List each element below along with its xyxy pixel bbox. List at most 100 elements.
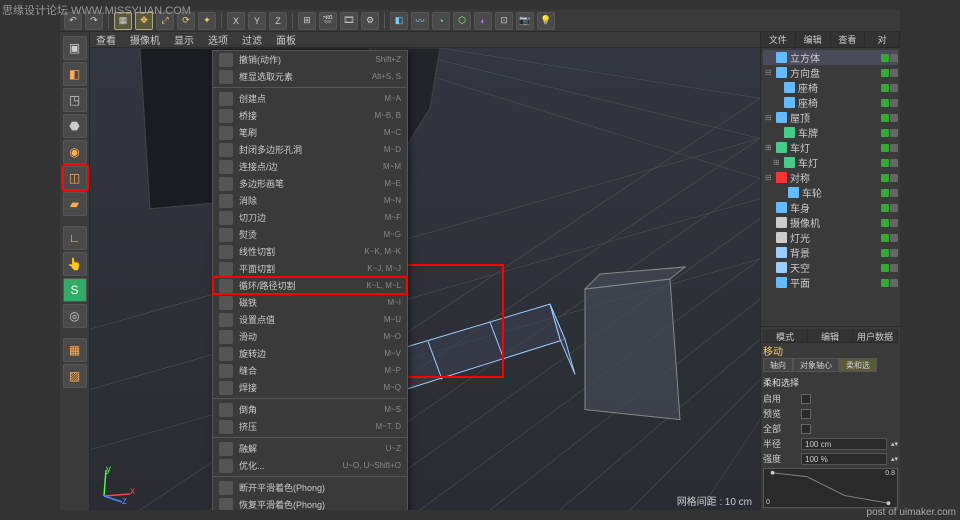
render-tag[interactable] bbox=[890, 144, 898, 152]
ctx-item[interactable]: 恢复平滑着色(Phong) bbox=[213, 496, 407, 510]
ctx-item[interactable]: 旋转边M~V bbox=[213, 345, 407, 362]
visibility-tag[interactable] bbox=[881, 189, 889, 197]
ctx-item[interactable]: 优化...U~O, U~Shift+O bbox=[213, 457, 407, 474]
viewport-solo-button[interactable]: ▦ bbox=[63, 338, 87, 362]
expand-icon[interactable]: ⊟ bbox=[765, 68, 773, 77]
visibility-tag[interactable] bbox=[881, 159, 889, 167]
vp-menu-view[interactable]: 查看 bbox=[96, 32, 116, 47]
ctx-item[interactable]: 断开平滑着色(Phong) bbox=[213, 479, 407, 496]
visibility-tag[interactable] bbox=[881, 99, 889, 107]
z-axis-button[interactable]: Z bbox=[269, 12, 287, 30]
vp-menu-cameras[interactable]: 摄像机 bbox=[130, 32, 160, 47]
ctx-item[interactable]: 连接点/边M~M bbox=[213, 158, 407, 175]
ctx-item[interactable]: 框显选取元素Alt+S, S bbox=[213, 68, 407, 85]
tree-row[interactable]: 车身 bbox=[763, 200, 898, 215]
y-axis-button[interactable]: Y bbox=[248, 12, 266, 30]
tree-row[interactable]: 灯光 bbox=[763, 230, 898, 245]
ctx-item[interactable]: 融解U~Z bbox=[213, 440, 407, 457]
ctx-item[interactable]: 挤压M~T, D bbox=[213, 418, 407, 435]
tree-row[interactable]: ⊟方向盘 bbox=[763, 65, 898, 80]
tree-row[interactable]: 天空 bbox=[763, 260, 898, 275]
expand-icon[interactable]: ⊟ bbox=[765, 173, 773, 182]
visibility-tag[interactable] bbox=[881, 144, 889, 152]
tree-row[interactable]: ⊟屋顶 bbox=[763, 110, 898, 125]
cube-primitive-button[interactable]: ◧ bbox=[390, 12, 408, 30]
point-mode-button[interactable]: ◉ bbox=[63, 140, 87, 164]
visibility-tag[interactable] bbox=[881, 129, 889, 137]
visibility-tag[interactable] bbox=[881, 249, 889, 257]
nurbs-button[interactable]: ◔ bbox=[432, 12, 450, 30]
tree-row[interactable]: 立方体 bbox=[763, 50, 898, 65]
visibility-tag[interactable] bbox=[881, 204, 889, 212]
polygon-mode-button[interactable]: ▰ bbox=[63, 192, 87, 216]
ctx-item[interactable]: 平面切割K~J, M~J bbox=[213, 260, 407, 277]
vp-menu-options[interactable]: 选项 bbox=[208, 32, 228, 47]
visibility-tag[interactable] bbox=[881, 69, 889, 77]
visibility-tag[interactable] bbox=[881, 114, 889, 122]
vp-menu-filter[interactable]: 过滤 bbox=[242, 32, 262, 47]
falloff-curve[interactable]: 0 0.8 bbox=[763, 468, 898, 508]
attr-subtab-axis[interactable]: 轴向 bbox=[763, 358, 793, 372]
render-tag[interactable] bbox=[890, 54, 898, 62]
camera-button[interactable]: 📷 bbox=[516, 12, 534, 30]
ctx-item[interactable]: 创建点M~A bbox=[213, 90, 407, 107]
attr-tab-edit[interactable]: 编辑 bbox=[808, 329, 853, 342]
tree-row[interactable]: 摄像机 bbox=[763, 215, 898, 230]
generator-button[interactable]: ⬡ bbox=[453, 12, 471, 30]
render-tag[interactable] bbox=[890, 174, 898, 182]
tree-row[interactable]: 平面 bbox=[763, 275, 898, 290]
tree-row[interactable]: 座椅 bbox=[763, 80, 898, 95]
tab-obj[interactable]: 对 bbox=[865, 32, 900, 47]
checkbox[interactable] bbox=[801, 394, 811, 404]
render-tag[interactable] bbox=[890, 99, 898, 107]
ctx-item[interactable]: 磁铁M~I bbox=[213, 294, 407, 311]
expand-icon[interactable]: ⊞ bbox=[765, 143, 773, 152]
object-mode-button[interactable]: ◳ bbox=[63, 88, 87, 112]
tree-row[interactable]: 车牌 bbox=[763, 125, 898, 140]
ctx-item[interactable]: 切刀边M~F bbox=[213, 209, 407, 226]
render-settings-button[interactable]: ⚙ bbox=[361, 12, 379, 30]
ctx-item[interactable]: 焊接M~Q bbox=[213, 379, 407, 396]
tree-row[interactable]: ⊟对称 bbox=[763, 170, 898, 185]
ctx-item[interactable]: 消除M~N bbox=[213, 192, 407, 209]
render-region-button[interactable]: 🎞 bbox=[340, 12, 358, 30]
tree-row[interactable]: 背景 bbox=[763, 245, 898, 260]
visibility-tag[interactable] bbox=[881, 279, 889, 287]
spline-button[interactable]: 〰 bbox=[411, 12, 429, 30]
edge-mode-button[interactable]: ◫ bbox=[63, 166, 87, 190]
ctx-item[interactable]: 笔刷M~C bbox=[213, 124, 407, 141]
attr-tab-mode[interactable]: 模式 bbox=[763, 329, 808, 342]
tweak-mode-button[interactable]: 👆 bbox=[63, 252, 87, 276]
render-tag[interactable] bbox=[890, 234, 898, 242]
render-tag[interactable] bbox=[890, 129, 898, 137]
ctx-item[interactable]: 熨烫M~G bbox=[213, 226, 407, 243]
attr-value-input[interactable]: 100 % bbox=[801, 453, 887, 465]
model-mode-button[interactable]: ◧ bbox=[63, 62, 87, 86]
ctx-item[interactable]: 设置点值M~U bbox=[213, 311, 407, 328]
render-tag[interactable] bbox=[890, 279, 898, 287]
expand-icon[interactable]: ⊞ bbox=[773, 158, 781, 167]
deformer-button[interactable]: ◐ bbox=[474, 12, 492, 30]
expand-icon[interactable]: ⊟ bbox=[765, 113, 773, 122]
ctx-item[interactable]: 线性切割K~K, M~K bbox=[213, 243, 407, 260]
render-tag[interactable] bbox=[890, 189, 898, 197]
ctx-item[interactable]: 滑动M~O bbox=[213, 328, 407, 345]
axis-mode-button[interactable]: ∟ bbox=[63, 226, 87, 250]
ctx-item[interactable]: 多边形画笔M~E bbox=[213, 175, 407, 192]
make-editable-button[interactable]: ▣ bbox=[63, 36, 87, 60]
render-tag[interactable] bbox=[890, 159, 898, 167]
visibility-tag[interactable] bbox=[881, 174, 889, 182]
tab-view[interactable]: 查看 bbox=[831, 32, 866, 47]
vp-menu-panel[interactable]: 面板 bbox=[276, 32, 296, 47]
visibility-tag[interactable] bbox=[881, 234, 889, 242]
tab-edit[interactable]: 编辑 bbox=[796, 32, 831, 47]
render-tag[interactable] bbox=[890, 114, 898, 122]
tree-row[interactable]: 座椅 bbox=[763, 95, 898, 110]
attr-subtab-pivot[interactable]: 对象轴心 bbox=[793, 358, 839, 372]
vp-menu-display[interactable]: 显示 bbox=[174, 32, 194, 47]
coord-system-button[interactable]: ⊞ bbox=[298, 12, 316, 30]
visibility-tag[interactable] bbox=[881, 219, 889, 227]
attr-subtab-softsel[interactable]: 柔和选 bbox=[839, 358, 877, 372]
tree-row[interactable]: ⊞车灯 bbox=[763, 155, 898, 170]
ctx-item[interactable]: 倒角M~S bbox=[213, 401, 407, 418]
